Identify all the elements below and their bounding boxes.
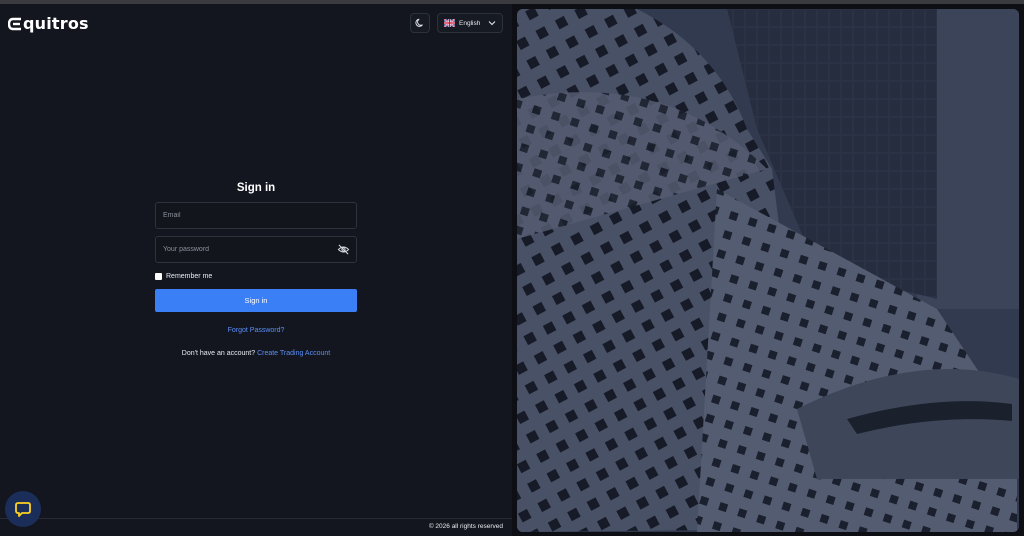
password-field-wrapper [155, 236, 357, 263]
footer-divider [0, 518, 512, 519]
no-account-text: Don't have an account? [181, 350, 256, 357]
eye-off-icon[interactable] [337, 243, 350, 256]
register-row: Don't have an account? Create Trading Ac… [155, 350, 357, 357]
logo-e-icon [8, 17, 21, 30]
create-account-link[interactable]: Create Trading Account [257, 350, 330, 357]
uk-flag-icon [444, 19, 455, 27]
chat-widget-button[interactable] [5, 491, 41, 527]
remember-me-label[interactable]: Remember me [166, 273, 212, 280]
hero-architecture-image [517, 9, 1019, 532]
moon-icon [415, 18, 423, 27]
form-title: Sign in [236, 182, 276, 194]
login-panel: quitros English Sign in Email Remember m… [0, 4, 512, 536]
password-field[interactable] [156, 237, 356, 262]
chat-icon [15, 502, 31, 517]
copyright-text: © 2026 all rights reserved [428, 523, 503, 530]
language-select[interactable]: English [437, 13, 503, 33]
email-field-wrapper [155, 202, 357, 229]
chevron-down-icon [488, 21, 496, 26]
language-label: English [459, 19, 481, 27]
theme-toggle-button[interactable] [410, 13, 430, 33]
logo-text: quitros [23, 14, 89, 33]
brand-logo[interactable]: quitros [8, 14, 89, 33]
forgot-password-link[interactable]: Forgot Password? [155, 327, 357, 334]
remember-me-checkbox[interactable] [155, 273, 162, 280]
sign-in-form: Sign in Remember me Sign in Forgot Passw… [155, 182, 357, 357]
remember-me-row: Remember me [155, 273, 357, 280]
sign-in-button[interactable]: Sign in [155, 289, 357, 312]
building-facade-image [517, 9, 1019, 532]
email-field[interactable] [156, 203, 356, 228]
